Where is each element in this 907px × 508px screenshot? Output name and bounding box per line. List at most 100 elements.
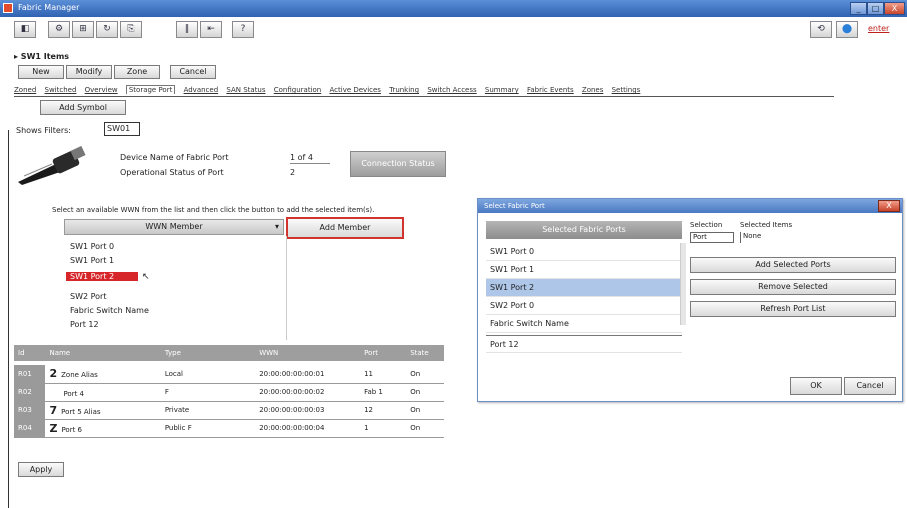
selection-field[interactable]: Port [690,232,734,243]
table-cell: 7 Port 5 Alias [45,401,161,420]
table-row[interactable]: R03 7 Port 5 Alias Private 20:00:00:00:00… [14,401,444,420]
zone-button[interactable]: Zone [114,65,160,79]
member-dropdown-value: WWN Member [145,222,203,231]
dialog-list-item[interactable]: SW2 Port 0 [486,297,682,315]
tab-storage-port[interactable]: Storage Port [125,85,176,94]
tab-advanced[interactable]: Advanced [184,86,219,94]
tab-overview[interactable]: Overview [85,86,118,94]
column-header[interactable]: State [406,345,444,361]
table-cell: Local [160,365,256,384]
member-item[interactable]: SW2 Port [70,292,106,301]
add-member-button[interactable]: Add Member [286,217,404,239]
dialog-list-item[interactable]: Fabric Switch Name [486,315,682,333]
table-cell: F [160,383,256,402]
table-cell: R01 [14,365,46,384]
help-icon[interactable]: ? [232,21,254,38]
refresh-icon[interactable]: ⟲ [810,21,832,38]
member-item-selected[interactable]: SW1 Port 2 [66,272,138,281]
table-cell: 20:00:00:00:00:03 [255,401,361,420]
enter-link[interactable]: enter [868,24,889,33]
status-icon[interactable]: ⬤ [836,21,858,38]
dialog-close-button[interactable]: X [878,200,900,212]
filter-label: Shows Filters: [16,126,71,135]
dialog-list-item[interactable]: SW1 Port 0 [486,243,682,261]
member-item[interactable]: SW1 Port 1 [70,256,114,265]
dialog-title: Select Fabric Port [484,202,545,210]
tab-bar: Zoned Switched Overview Storage Port Adv… [14,85,646,96]
tab-fabric-events[interactable]: Fabric Events [527,86,574,94]
cable-connector-icon [16,145,88,186]
selected-items-field[interactable]: None [740,232,810,243]
filter-input[interactable]: SW01 [104,122,140,136]
row-type-icon: 7 [49,403,58,417]
refresh-port-list-button[interactable]: Refresh Port List [690,301,896,317]
member-dropdown[interactable]: WWN Member ▾ [64,219,284,235]
row-type-icon: 2 [49,367,58,381]
tab-zoned[interactable]: Zoned [14,86,36,94]
column-header[interactable]: Id [14,345,46,361]
table-cell: Private [160,401,256,420]
dialog-cancel-button[interactable]: Cancel [844,377,896,395]
table-cell: 20:00:00:00:00:01 [255,365,361,384]
tab-switch-access[interactable]: Switch Access [427,86,476,94]
table-row[interactable]: R04 Z Port 6 Public F 20:00:00:00:00:04 1… [14,419,444,438]
column-header[interactable]: Name [45,345,161,361]
dialog-list-item[interactable]: Port 12 [486,335,682,353]
apply-button[interactable]: Apply [18,462,64,477]
dialog-list-item-selected[interactable]: SW1 Port 2 [486,279,682,297]
toolbar-button-1[interactable]: ◧ [14,21,36,38]
table-cell: 20:00:00:00:00:02 [255,383,361,402]
column-header[interactable]: Type [160,345,256,361]
column-header[interactable]: WWN [255,345,361,361]
cancel-button[interactable]: Cancel [170,65,216,79]
maximize-button[interactable]: □ [867,2,884,15]
frame-line [8,130,9,508]
tab-summary[interactable]: Summary [485,86,519,94]
member-item[interactable]: SW1 Port 0 [70,242,114,251]
toolbar-button-5[interactable]: ⎘ [120,21,142,38]
dialog-ok-button[interactable]: OK [790,377,842,395]
table-cell: On [406,383,444,402]
dialog-titlebar: Select Fabric Port X [478,199,902,213]
table-cell: Fab 1 [360,383,407,402]
add-symbol-button[interactable]: Add Symbol [40,100,126,115]
cursor-icon: ↖ [142,272,150,282]
tab-trunking[interactable]: Trunking [389,86,419,94]
minimize-button[interactable]: _ [850,2,867,15]
tab-divider [14,96,834,97]
table-row[interactable]: R01 2 Zone Alias Local 20:00:00:00:00:01 … [14,365,444,384]
tab-settings[interactable]: Settings [612,86,641,94]
toolbar-button-7[interactable]: ⇤ [200,21,222,38]
tab-active-devices[interactable]: Active Devices [329,86,380,94]
table-row[interactable]: R02 Port 4 F 20:00:00:00:00:02 Fab 1 On [14,383,444,402]
table-cell: Public F [160,419,256,438]
tab-zones[interactable]: Zones [582,86,603,94]
toolbar-button-3[interactable]: ⊞ [72,21,94,38]
tab-switched[interactable]: Switched [45,86,77,94]
chevron-down-icon: ▾ [274,222,279,231]
member-item[interactable]: Fabric Switch Name [70,306,149,315]
column-header[interactable]: Port [360,345,407,361]
toolbar-button-2[interactable]: ⚙ [48,21,70,38]
table-cell: On [406,365,444,384]
modify-button[interactable]: Modify [66,65,112,79]
selected-items-label: Selected Items [740,221,793,229]
app-icon [3,3,13,13]
remove-selected-button[interactable]: Remove Selected [690,279,896,295]
add-selected-ports-button[interactable]: Add Selected Ports [690,257,896,273]
dialog-list-scrollbar[interactable] [680,243,686,325]
dialog-list-item[interactable]: SW1 Port 1 [486,261,682,279]
device-status-value: 2 [290,168,296,177]
toolbar-button-6[interactable]: ‖ [176,21,198,38]
member-table: Id Name Type WWN Port State R01 2 Zone Al… [14,345,444,438]
tab-san-status[interactable]: SAN Status [226,86,265,94]
toolbar-button-4[interactable]: ↻ [96,21,118,38]
breadcrumb: ▸ SW1 Items [14,52,70,61]
member-item[interactable]: Port 12 [70,320,99,329]
connection-status-button[interactable]: Connection Status [350,151,446,177]
tab-configuration[interactable]: Configuration [274,86,321,94]
table-cell: 1 [360,419,407,438]
close-button[interactable]: X [884,2,905,15]
table-cell: 2 Zone Alias [45,365,161,384]
new-button[interactable]: New [18,65,64,79]
